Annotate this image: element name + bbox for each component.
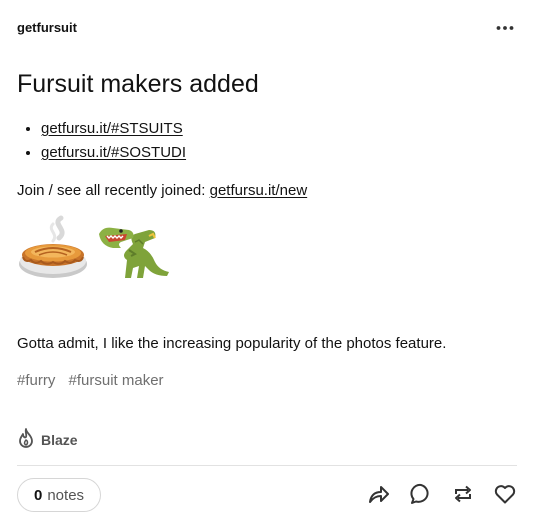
link-stsuits[interactable]: getfursu.it/#STSUITS (41, 120, 183, 137)
list-item: getfursu.it/#SOSTUDI (41, 141, 186, 165)
list-item: getfursu.it/#STSUITS (41, 117, 186, 141)
author-name[interactable]: getfursuit (17, 20, 77, 35)
reply-icon[interactable] (409, 482, 433, 506)
emoji-row (17, 214, 187, 284)
tag-fursuit-maker[interactable]: #fursuit maker (69, 372, 164, 389)
blaze-label: Blaze (41, 432, 78, 448)
post-header: getfursuit (17, 17, 517, 39)
link-new[interactable]: getfursu.it/new (210, 182, 308, 199)
post-actions (367, 482, 517, 506)
notes-label: notes (47, 486, 85, 504)
reblog-icon[interactable] (451, 482, 475, 506)
link-sostudi[interactable]: getfursu.it/#SOSTUDI (41, 144, 186, 161)
link-list: getfursu.it/#STSUITS getfursu.it/#SOSTUD… (17, 117, 186, 165)
blaze-button[interactable]: Blaze (17, 427, 78, 453)
post-title: Fursuit makers added (17, 70, 259, 98)
notes-count: 0 (34, 486, 43, 504)
tag-list: #furry #fursuit maker (17, 370, 173, 392)
join-text: Join / see all recently joined: (17, 182, 210, 199)
pie-emoji (19, 215, 87, 278)
t-rex-emoji (99, 227, 169, 278)
join-line: Join / see all recently joined: getfursu… (17, 180, 307, 202)
flame-icon (17, 427, 35, 453)
share-icon[interactable] (367, 482, 391, 506)
post-card: getfursuit Fursuit makers added getfursu… (0, 0, 534, 524)
like-icon[interactable] (493, 482, 517, 506)
more-options-icon[interactable] (493, 17, 517, 39)
post-caption: Gotta admit, I like the increasing popul… (17, 335, 447, 352)
footer-divider (17, 465, 517, 466)
tag-furry[interactable]: #furry (17, 372, 55, 389)
notes-button[interactable]: 0 notes (17, 478, 102, 512)
